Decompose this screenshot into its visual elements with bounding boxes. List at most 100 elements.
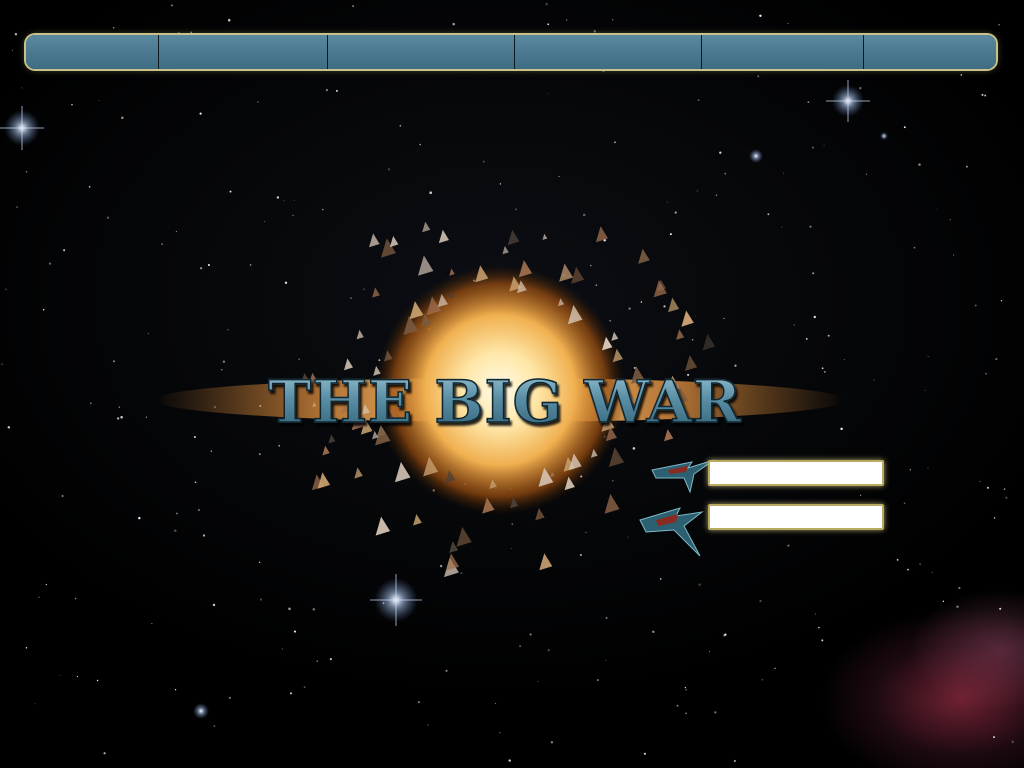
star <box>190 31 192 33</box>
star <box>256 101 259 104</box>
star <box>999 607 1002 610</box>
star <box>545 3 548 6</box>
star <box>445 669 448 672</box>
star <box>116 417 120 420</box>
star <box>724 633 727 636</box>
star <box>643 752 647 755</box>
debris-shard <box>422 221 431 233</box>
star <box>145 416 148 418</box>
star <box>293 630 297 633</box>
star <box>21 87 23 89</box>
star <box>113 27 115 29</box>
star <box>652 630 655 634</box>
star <box>229 190 232 193</box>
star <box>1011 740 1014 744</box>
star <box>48 262 52 265</box>
game-screen: THE BIG WAR <box>0 0 1024 768</box>
star <box>909 469 911 471</box>
star <box>499 732 501 734</box>
star <box>1 363 3 366</box>
star <box>98 99 100 102</box>
star <box>782 172 784 174</box>
star <box>547 649 550 652</box>
star <box>170 4 173 7</box>
star <box>958 586 961 590</box>
star <box>281 648 283 650</box>
star <box>1000 300 1003 302</box>
star <box>974 304 977 307</box>
star <box>537 680 539 682</box>
star <box>931 571 933 573</box>
star <box>757 75 760 78</box>
star <box>228 696 232 700</box>
star <box>106 216 110 219</box>
star <box>88 185 91 188</box>
star <box>90 402 92 404</box>
debris-shard <box>417 255 434 276</box>
star <box>14 33 18 36</box>
nav-item-1[interactable] <box>26 35 159 69</box>
debris-shard <box>322 445 330 456</box>
star <box>276 196 280 199</box>
star <box>1005 496 1008 499</box>
bright-star <box>826 80 870 122</box>
nav-item-5[interactable] <box>702 35 864 69</box>
star <box>61 494 64 498</box>
nav-item-3[interactable] <box>328 35 515 69</box>
star <box>316 660 318 662</box>
star <box>307 69 309 71</box>
star <box>34 703 36 705</box>
star <box>696 190 698 192</box>
nav-item-2[interactable] <box>159 35 328 69</box>
star <box>942 600 945 603</box>
star <box>427 724 429 726</box>
star <box>949 219 951 221</box>
debris-shard <box>681 310 694 327</box>
debris-shard <box>389 235 399 248</box>
bright-star <box>0 106 44 150</box>
star <box>312 608 316 611</box>
star <box>873 379 875 381</box>
star <box>558 176 560 177</box>
star <box>11 49 13 51</box>
star <box>25 170 28 173</box>
debris-shard <box>372 287 380 298</box>
star <box>174 689 177 691</box>
star <box>529 633 532 636</box>
star <box>38 596 40 598</box>
star <box>76 675 79 678</box>
star <box>1003 488 1006 490</box>
star <box>452 22 455 26</box>
password-field[interactable] <box>708 504 884 530</box>
username-field[interactable] <box>708 460 884 486</box>
star <box>593 29 597 33</box>
star <box>303 686 306 688</box>
star <box>597 679 599 681</box>
star <box>96 679 99 682</box>
star <box>979 480 981 482</box>
star <box>547 92 549 94</box>
star <box>918 163 921 166</box>
debris-shard <box>413 514 422 526</box>
debris-shard <box>354 467 363 479</box>
star <box>199 112 202 115</box>
debris-shard <box>507 229 520 246</box>
nav-item-6[interactable] <box>864 35 996 69</box>
star <box>288 607 291 611</box>
star <box>903 126 906 129</box>
star <box>138 516 141 520</box>
star <box>59 674 61 676</box>
star <box>708 651 710 653</box>
star <box>714 711 717 714</box>
star <box>986 486 989 489</box>
star <box>7 426 11 429</box>
debris-shard <box>539 553 553 571</box>
star <box>684 686 687 689</box>
star <box>42 309 45 311</box>
star <box>715 194 718 196</box>
star <box>213 725 216 728</box>
nav-item-4[interactable] <box>515 35 702 69</box>
star <box>998 23 1000 26</box>
star <box>5 288 7 291</box>
star <box>325 89 328 92</box>
